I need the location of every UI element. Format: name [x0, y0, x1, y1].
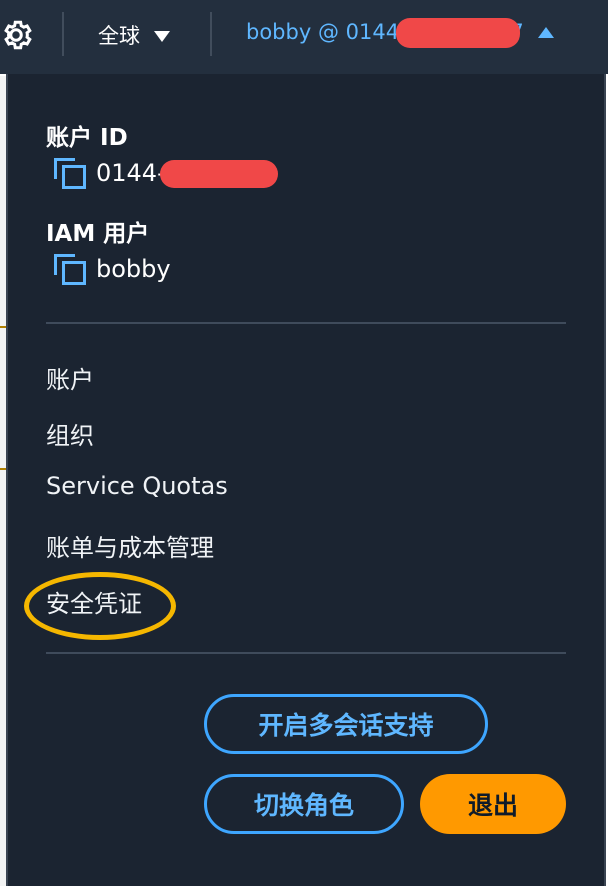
topbar-divider	[210, 12, 212, 56]
redaction-mark	[160, 160, 278, 188]
copy-icon[interactable]	[52, 156, 86, 190]
switch-role-button[interactable]: 切换角色	[204, 774, 404, 834]
gear-icon[interactable]	[0, 15, 34, 55]
account-label-prefix: bobby @ 0144	[246, 20, 400, 44]
top-navigation-bar: 全球 bobby @ 014457	[0, 0, 608, 74]
iam-user-value: bobby	[96, 255, 171, 283]
menu-item-account[interactable]: 账户	[46, 360, 94, 395]
menu-item-service-quotas[interactable]: Service Quotas	[46, 472, 228, 500]
menu-divider	[46, 652, 566, 654]
sign-out-button[interactable]: 退出	[420, 774, 566, 834]
multi-session-button[interactable]: 开启多会话支持	[204, 694, 488, 754]
iam-user-title: IAM 用户	[46, 221, 150, 247]
highlight-circle	[24, 572, 176, 640]
redaction-mark	[396, 18, 520, 48]
caret-down-icon	[154, 30, 170, 42]
copy-icon[interactable]	[52, 252, 86, 286]
region-selector[interactable]: 全球	[98, 20, 170, 50]
caret-up-icon	[537, 26, 554, 38]
topbar-divider	[62, 12, 64, 56]
iam-user-row: bobby	[52, 252, 171, 286]
account-id-prefix: 0144-	[96, 159, 166, 187]
account-id-title: 账户 ID	[46, 125, 128, 151]
menu-item-billing[interactable]: 账单与成本管理	[46, 528, 214, 563]
account-dropdown-panel: 账户 ID 0144-57 IAM 用户 bobby 账户 组织 Service…	[6, 74, 606, 886]
region-label: 全球	[98, 24, 140, 48]
menu-item-organizations[interactable]: 组织	[46, 416, 94, 451]
menu-divider	[46, 322, 566, 324]
